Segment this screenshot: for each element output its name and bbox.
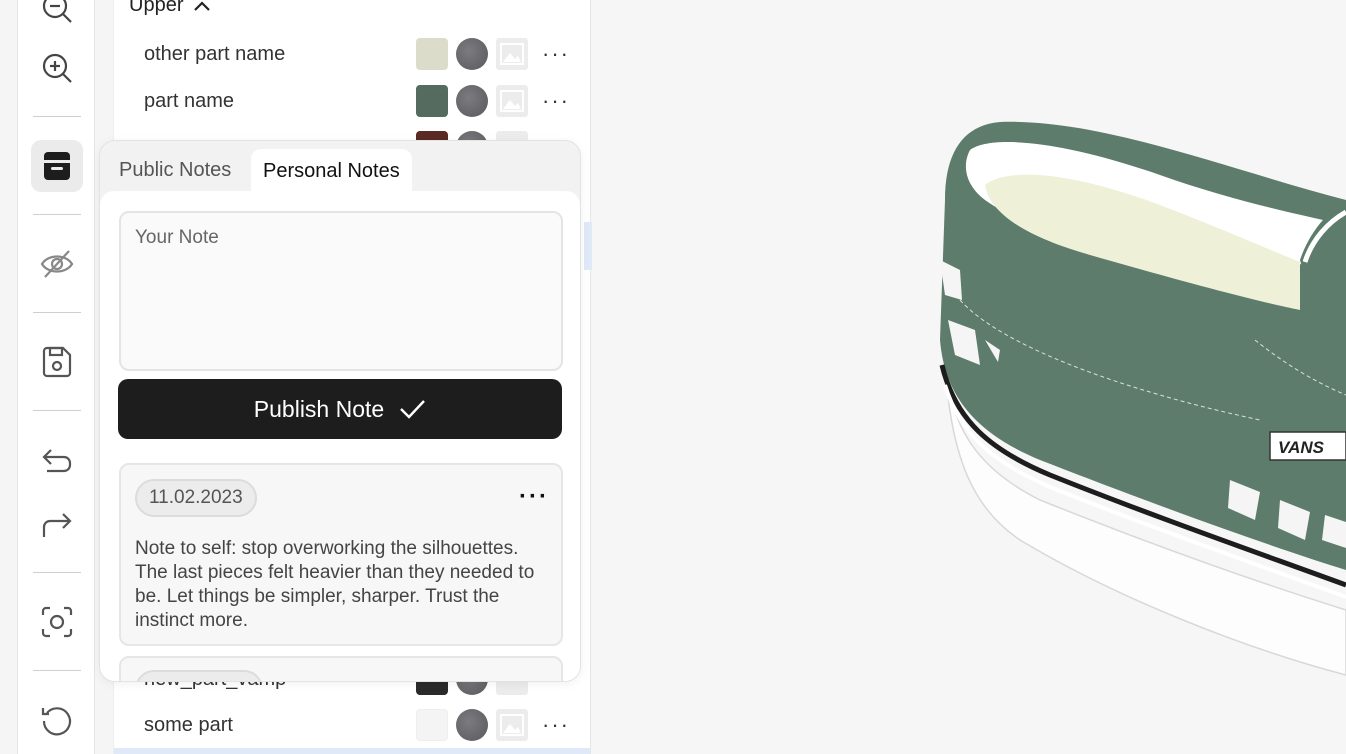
- more-options-icon[interactable]: ···: [542, 714, 570, 736]
- notes-icon: [44, 152, 70, 180]
- part-name: some part: [144, 713, 233, 736]
- notes-body: Publish Note 11.02.2023 ··· Note to self…: [100, 191, 580, 681]
- zoom-out-button[interactable]: [31, 0, 83, 34]
- fabric-swatch[interactable]: [456, 709, 488, 741]
- toolbar-divider: [33, 116, 81, 117]
- note-input[interactable]: [119, 211, 563, 371]
- image-icon: [500, 90, 524, 112]
- note-card: 11.02.2023 ··· Note to self: stop overwo…: [119, 463, 563, 646]
- color-swatch[interactable]: [416, 709, 448, 741]
- chevron-up-icon: [194, 0, 211, 11]
- zoom-in-icon: [42, 53, 72, 83]
- screenshot-button[interactable]: [31, 596, 83, 648]
- fabric-swatch[interactable]: [456, 38, 488, 70]
- 3d-viewport[interactable]: VANS: [592, 0, 1346, 754]
- note-date-badge: [135, 670, 263, 681]
- brand-label: VANS: [1278, 438, 1325, 457]
- screenshot-icon: [41, 606, 73, 638]
- checkmark-icon: [400, 400, 426, 419]
- publish-note-label: Publish Note: [253, 395, 385, 422]
- zoom-out-icon: [42, 0, 72, 23]
- image-icon: [500, 714, 524, 736]
- save-icon: [42, 346, 72, 378]
- more-options-icon[interactable]: ···: [519, 485, 549, 509]
- more-options-icon[interactable]: ···: [542, 43, 570, 65]
- note-card: [119, 656, 563, 681]
- publish-note-button[interactable]: Publish Note: [118, 379, 562, 439]
- hide-button[interactable]: [31, 238, 83, 290]
- note-date-badge: 11.02.2023: [135, 479, 257, 517]
- selected-row-highlight: [584, 222, 592, 270]
- color-swatch[interactable]: [416, 38, 448, 70]
- part-name: other part name: [144, 42, 286, 65]
- fabric-swatch[interactable]: [456, 85, 488, 117]
- redo-button[interactable]: [31, 498, 83, 550]
- group-label: Upper: [129, 0, 184, 16]
- part-row[interactable]: part name ···: [114, 78, 590, 124]
- image-icon: [500, 43, 524, 65]
- part-name: part name: [144, 89, 235, 112]
- save-button[interactable]: [31, 336, 83, 388]
- undo-button[interactable]: [31, 434, 83, 486]
- part-row[interactable]: other part name ···: [114, 31, 590, 77]
- note-text: Note to self: stop overworking the silho…: [135, 538, 535, 631]
- toolbar-divider: [33, 312, 81, 313]
- image-swatch[interactable]: [496, 709, 528, 741]
- zoom-in-button[interactable]: [31, 42, 83, 94]
- image-swatch[interactable]: [496, 38, 528, 70]
- toolbar-divider: [33, 670, 81, 671]
- shoe-model: VANS: [939, 121, 1346, 676]
- group-header-upper[interactable]: Upper: [129, 0, 211, 17]
- tab-personal-notes[interactable]: Personal Notes: [251, 149, 412, 193]
- undo-icon: [42, 449, 72, 473]
- hide-icon: [40, 250, 74, 278]
- selected-row-highlight: [114, 748, 590, 754]
- notes-button[interactable]: [31, 140, 83, 192]
- toolbar-divider: [33, 214, 81, 215]
- notes-popup: Public Notes Personal Notes Publish Note…: [99, 140, 581, 682]
- image-swatch[interactable]: [496, 85, 528, 117]
- reset-icon: [41, 707, 72, 736]
- toolbar-divider: [33, 572, 81, 573]
- tool-sidebar: [17, 0, 95, 754]
- toolbar-divider: [33, 410, 81, 411]
- tab-public-notes[interactable]: Public Notes: [107, 149, 243, 191]
- redo-icon: [42, 513, 72, 537]
- color-swatch[interactable]: [416, 85, 448, 117]
- reset-button[interactable]: [31, 694, 83, 746]
- more-options-icon[interactable]: ···: [542, 90, 570, 112]
- part-row[interactable]: some part ···: [114, 702, 590, 748]
